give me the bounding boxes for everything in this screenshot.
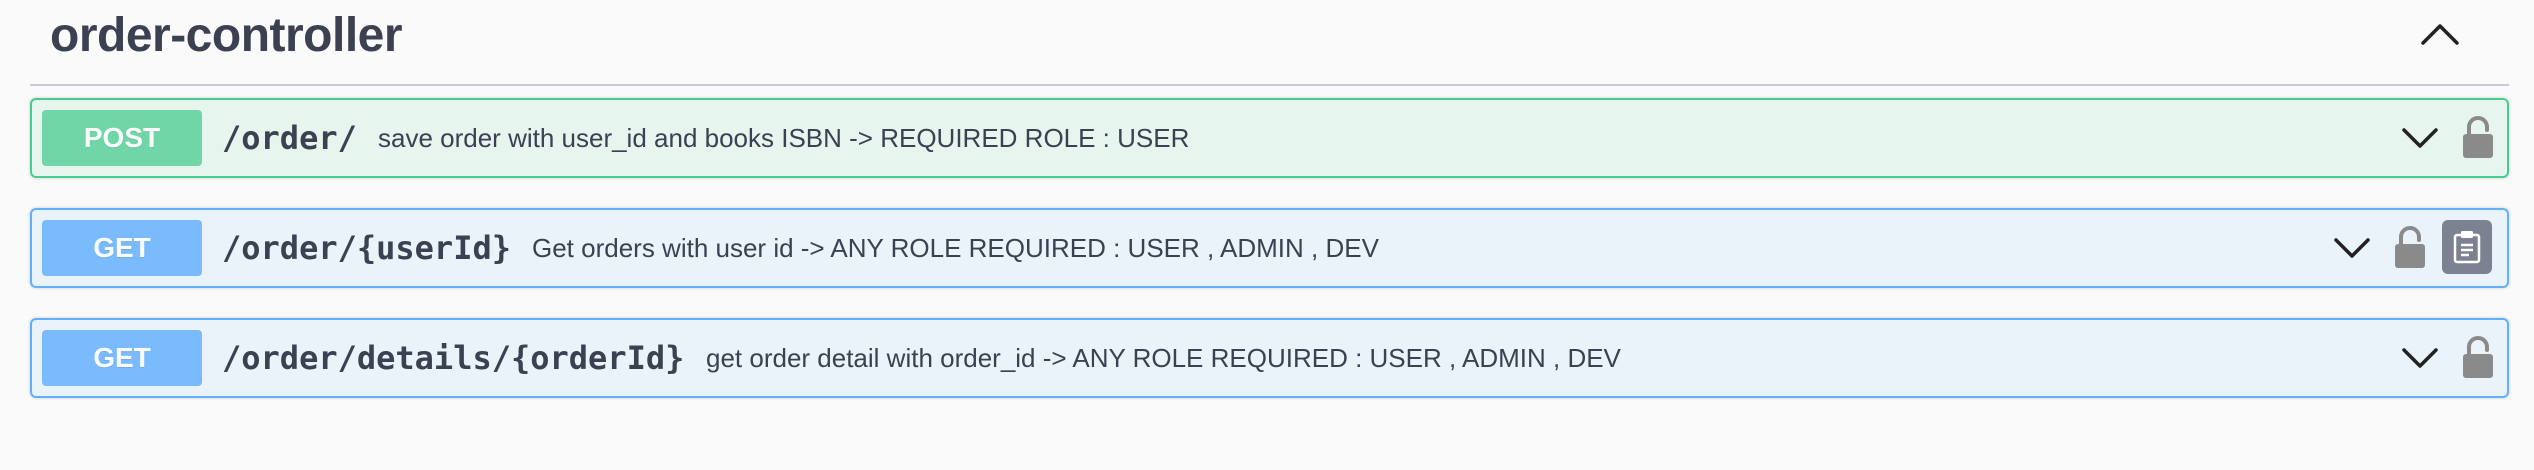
method-badge: GET	[42, 330, 202, 386]
chevron-down-icon[interactable]	[2400, 118, 2440, 158]
endpoint-summary: Get orders with user id -> ANY ROLE REQU…	[532, 233, 1379, 263]
lock-icon[interactable]	[2392, 224, 2428, 270]
copy-to-clipboard-button[interactable]	[2442, 220, 2492, 274]
chevron-up-icon	[2421, 24, 2459, 45]
section-header[interactable]: order-controller	[30, 0, 2509, 86]
opblock-post-order[interactable]: POST /order/ save order with user_id and…	[30, 98, 2509, 178]
chevron-down-icon[interactable]	[2400, 338, 2440, 378]
opblock-get-order-details[interactable]: GET /order/details/{orderId} get order d…	[30, 318, 2509, 398]
endpoint-path: /order/{userId}	[222, 229, 511, 267]
endpoint-path: /order/details/{orderId}	[222, 339, 685, 377]
chevron-down-icon[interactable]	[2332, 228, 2372, 268]
endpoint-path: /order/	[222, 119, 357, 157]
lock-icon[interactable]	[2460, 334, 2496, 380]
method-badge: GET	[42, 220, 202, 276]
method-badge: POST	[42, 110, 202, 166]
collapse-button[interactable]	[2415, 14, 2465, 54]
endpoint-summary: get order detail with order_id -> ANY RO…	[706, 343, 1621, 373]
endpoint-summary: save order with user_id and books ISBN -…	[378, 123, 1190, 153]
section-title: order-controller	[50, 9, 403, 62]
lock-icon[interactable]	[2460, 114, 2496, 160]
copy-to-clipboard-icon	[2453, 231, 2481, 264]
opblock-get-order-by-user[interactable]: GET /order/{userId} Get orders with user…	[30, 208, 2509, 288]
